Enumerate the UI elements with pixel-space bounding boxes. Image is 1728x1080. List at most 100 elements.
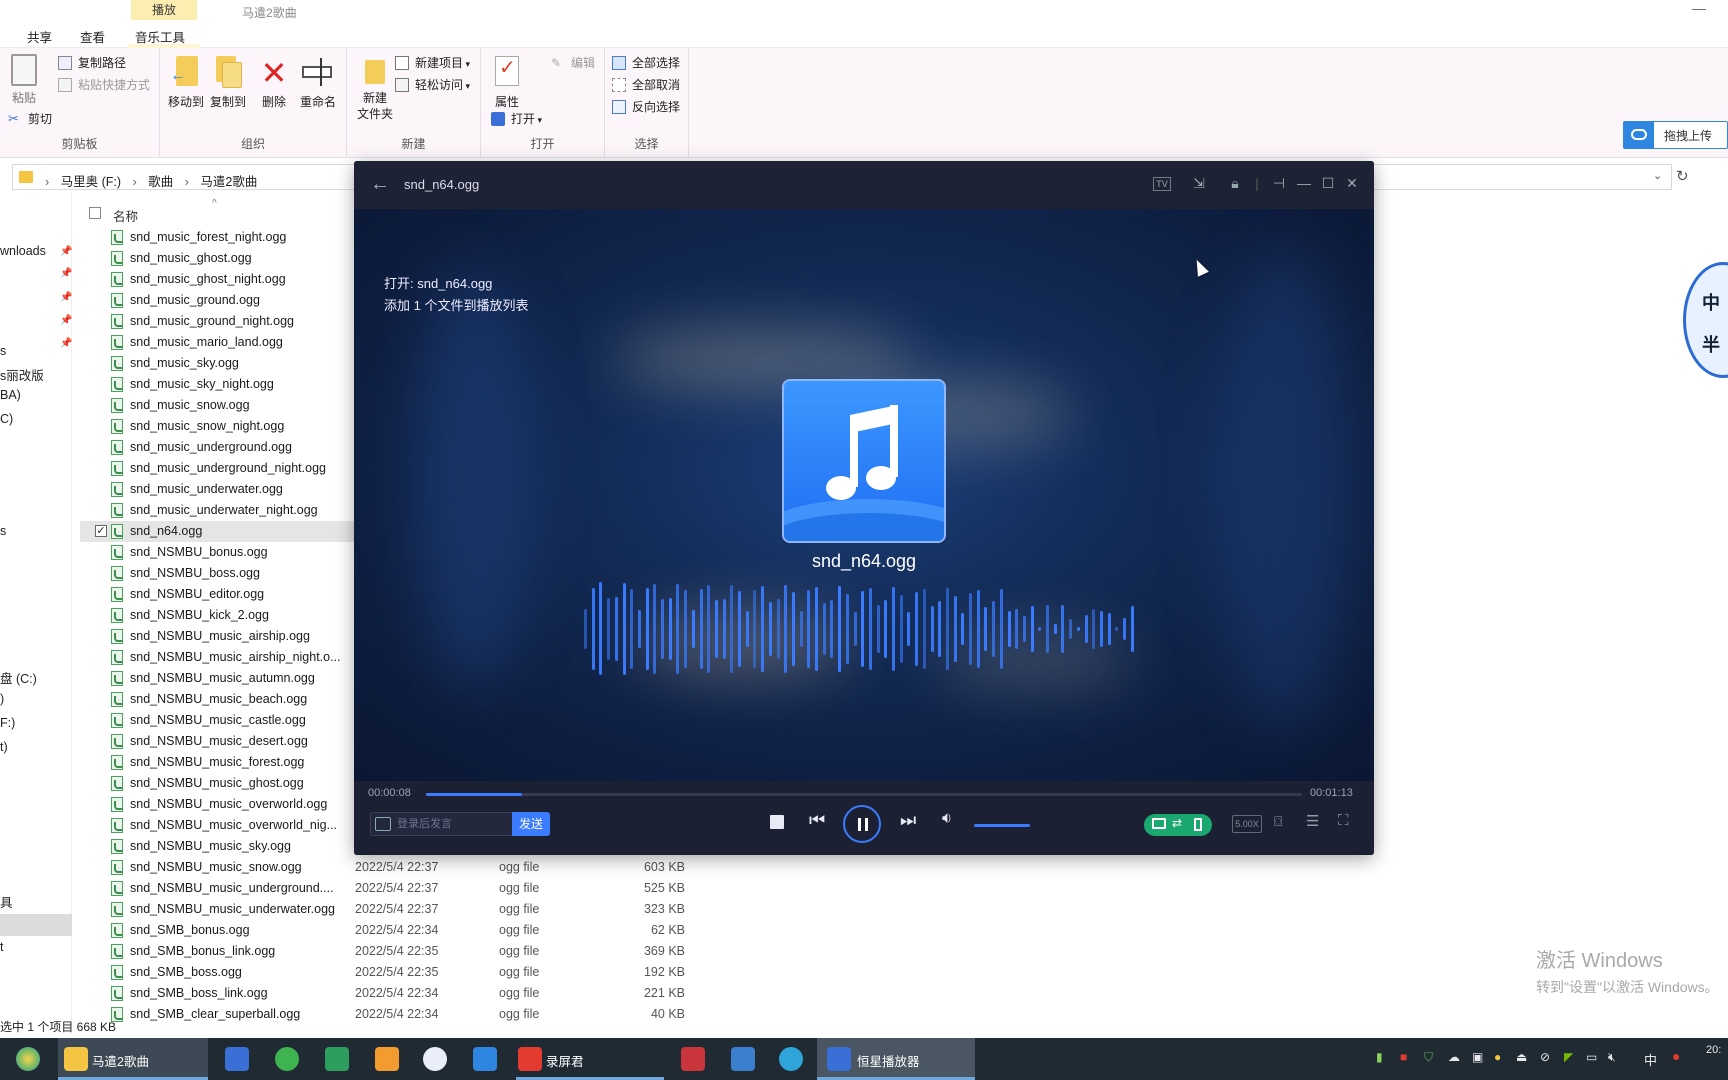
- taskbar-item-explorer[interactable]: 马遣2歌曲: [58, 1038, 208, 1080]
- easy-access-button[interactable]: 轻松访问 ▾: [395, 76, 470, 94]
- tray-nvidia-icon[interactable]: ◤: [1564, 1050, 1573, 1064]
- taskbar-app-blue[interactable]: [470, 1038, 500, 1080]
- drag-upload-button[interactable]: 拖拽上传: [1623, 121, 1728, 149]
- pause-button[interactable]: [843, 805, 881, 843]
- address-dropdown-icon[interactable]: ⌄: [1653, 169, 1662, 182]
- danmaku-input[interactable]: [397, 816, 497, 832]
- taskbar-item-player[interactable]: 恒星播放器: [817, 1038, 975, 1080]
- progress-bar[interactable]: [426, 793, 1302, 796]
- tab-view[interactable]: 查看: [80, 27, 105, 46]
- new-item-button[interactable]: 新建项目 ▾: [395, 54, 470, 72]
- taskbar-app-game[interactable]: [678, 1038, 708, 1080]
- tray-network-icon[interactable]: ▭: [1586, 1050, 1597, 1064]
- rename-button[interactable]: 重命名: [296, 56, 340, 110]
- cut-button[interactable]: ✂ 剪切: [8, 110, 52, 128]
- table-row[interactable]: snd_NSMBU_music_snow.ogg 2022/5/4 22:37 og…: [80, 857, 720, 878]
- next-icon[interactable]: ⏭︎: [900, 810, 916, 831]
- screen-mode-toggle[interactable]: ⇄: [1144, 814, 1212, 836]
- nav-item[interactable]: C): [0, 412, 13, 426]
- nav-item[interactable]: F:): [0, 716, 15, 730]
- properties-button[interactable]: ✓ 属性: [485, 56, 529, 110]
- tray-usb-icon[interactable]: ⏏: [1516, 1050, 1527, 1064]
- table-row[interactable]: snd_SMB_boss.ogg 2022/5/4 22:35 ogg file 19…: [80, 962, 720, 983]
- column-name[interactable]: 名称: [113, 206, 138, 225]
- settings-sliders-icon[interactable]: ☰: [1306, 812, 1319, 830]
- refresh-icon[interactable]: ↻: [1676, 167, 1689, 185]
- taskbar-app-green[interactable]: [322, 1038, 352, 1080]
- tray-app-icon[interactable]: ●: [1494, 1050, 1501, 1064]
- nav-item[interactable]: s丽改版: [0, 365, 44, 384]
- taskbar-app-photos[interactable]: [420, 1038, 450, 1080]
- tab-share[interactable]: 共享: [27, 27, 52, 46]
- tray-battery-icon[interactable]: ▮: [1376, 1050, 1383, 1064]
- move-to-button[interactable]: ← 移动到: [164, 56, 208, 110]
- playback-speed[interactable]: 5.00X: [1232, 815, 1262, 833]
- nav-item[interactable]: ): [0, 692, 4, 706]
- paste-shortcut-button[interactable]: 粘贴快捷方式: [58, 76, 150, 94]
- nav-item[interactable]: 盘 (C:): [0, 668, 37, 687]
- nav-item[interactable]: t): [0, 740, 8, 754]
- clock[interactable]: 20:: [1706, 1044, 1721, 1056]
- open-button[interactable]: 打开 ▾: [491, 110, 542, 128]
- volume-slider[interactable]: [974, 824, 1030, 827]
- table-row[interactable]: snd_NSMBU_music_underground.... 2022/5/4 …: [80, 878, 720, 899]
- tray-cloud-icon[interactable]: ☁: [1448, 1050, 1460, 1064]
- tray-sogou-icon[interactable]: ●: [1672, 1048, 1680, 1064]
- minimize-icon[interactable]: —: [1294, 175, 1314, 191]
- danmaku-icon[interactable]: [375, 817, 391, 831]
- breadcrumb-current[interactable]: 马遣2歌曲: [200, 175, 257, 189]
- delete-button[interactable]: ✕ 删除: [254, 56, 294, 110]
- row-checkbox[interactable]: ✓: [95, 525, 107, 537]
- table-row[interactable]: snd_SMB_bonus_link.ogg 2022/5/4 22:35 ogg …: [80, 941, 720, 962]
- select-none-button[interactable]: 全部取消: [612, 76, 680, 94]
- tray-mute-icon[interactable]: ⊘: [1540, 1050, 1550, 1064]
- taskbar-app-files[interactable]: [728, 1038, 758, 1080]
- edit-button[interactable]: ✎ 编辑: [551, 54, 595, 72]
- send-button[interactable]: 发送: [512, 812, 550, 836]
- start-button[interactable]: [10, 1038, 46, 1080]
- close-icon[interactable]: ✕: [1342, 175, 1362, 192]
- taskbar-browser-360[interactable]: [272, 1038, 302, 1080]
- screenshot-icon[interactable]: ⌼: [1274, 813, 1282, 830]
- previous-icon[interactable]: ⏮︎: [809, 810, 825, 831]
- stop-icon[interactable]: [770, 815, 784, 829]
- nav-item[interactable]: wnloads: [0, 244, 46, 258]
- select-all-button[interactable]: 全部选择: [612, 54, 680, 72]
- nav-item[interactable]: BA): [0, 388, 21, 402]
- nav-item[interactable]: t: [0, 940, 3, 954]
- tray-recorder-icon[interactable]: ■: [1400, 1050, 1407, 1064]
- tab-play-context[interactable]: 播放: [131, 0, 197, 20]
- tray-shield-icon[interactable]: ⛉: [1424, 1050, 1433, 1065]
- lock-icon[interactable]: 🔒︎: [1225, 175, 1245, 192]
- tray-app-icon[interactable]: ▣: [1472, 1050, 1483, 1064]
- select-all-checkbox[interactable]: [89, 207, 101, 219]
- mini-mode-icon[interactable]: ⇲: [1189, 175, 1209, 192]
- table-row[interactable]: snd_NSMBU_music_underwater.ogg 2022/5/4 2…: [80, 899, 720, 920]
- pin-on-top-icon[interactable]: ⊣: [1269, 175, 1289, 192]
- breadcrumb-songs[interactable]: 歌曲: [148, 175, 173, 189]
- nav-item[interactable]: 具: [0, 892, 13, 911]
- back-arrow-icon[interactable]: ←: [370, 173, 390, 196]
- copy-to-button[interactable]: 复制到: [206, 56, 250, 110]
- invert-selection-button[interactable]: 反向选择: [612, 98, 680, 116]
- taskbar-player-app[interactable]: [222, 1038, 252, 1080]
- volume-icon[interactable]: 🔉︎: [942, 810, 952, 828]
- taskbar-edge[interactable]: [776, 1038, 806, 1080]
- copy-path-button[interactable]: 复制路径: [58, 54, 126, 72]
- tray-volume-icon[interactable]: 🔇︎: [1608, 1050, 1616, 1065]
- tab-music-tools[interactable]: 音乐工具: [135, 27, 185, 46]
- taskbar-item-recorder[interactable]: 录屏君: [516, 1038, 664, 1080]
- maximize-icon[interactable]: ☐: [1318, 175, 1338, 192]
- table-row[interactable]: snd_SMB_bonus.ogg 2022/5/4 22:34 ogg file 6…: [80, 920, 720, 941]
- breadcrumb-drive[interactable]: 马里奥 (F:): [61, 175, 121, 189]
- taskbar-app-orange[interactable]: [372, 1038, 402, 1080]
- new-folder-button[interactable]: 新建 文件夹: [353, 56, 397, 122]
- tv-cast-icon[interactable]: TV: [1153, 177, 1171, 191]
- table-row[interactable]: snd_SMB_boss_link.ogg 2022/5/4 22:34 ogg f…: [80, 983, 720, 1004]
- paste-button[interactable]: 粘贴: [4, 54, 44, 106]
- minimize-icon[interactable]: —: [1692, 0, 1706, 16]
- nav-item[interactable]: s: [0, 344, 6, 358]
- fullscreen-icon[interactable]: ⛶: [1338, 812, 1349, 829]
- nav-item[interactable]: s: [0, 524, 6, 538]
- ime-indicator[interactable]: 中: [1644, 1050, 1657, 1069]
